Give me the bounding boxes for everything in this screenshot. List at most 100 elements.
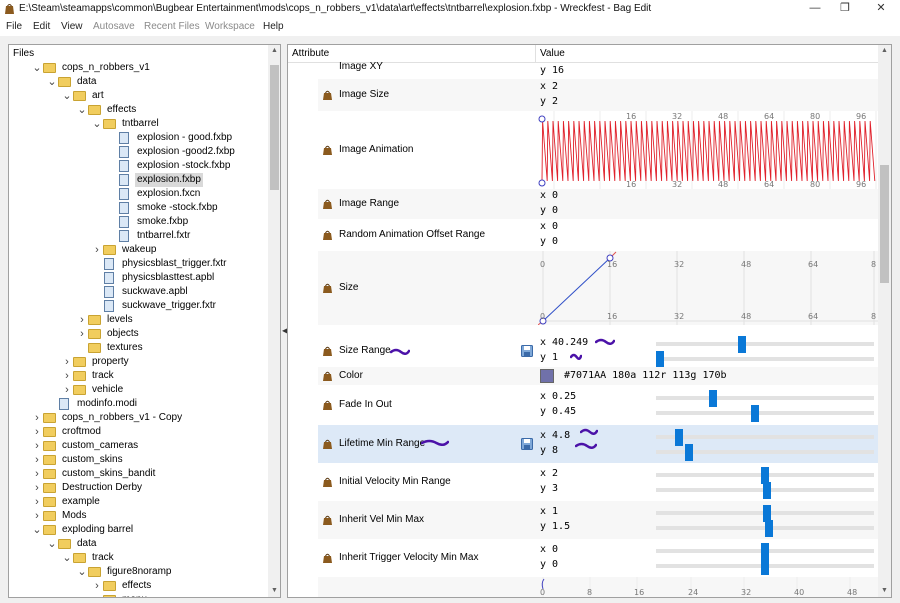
chevron-down-icon[interactable]: ⌄	[32, 61, 42, 75]
menu-file[interactable]: File	[6, 21, 22, 32]
bottom-graph[interactable]: 0 8 16 24 32 40 48	[538, 577, 878, 597]
value-slider-thumb[interactable]	[708, 390, 717, 407]
attribute-row-image-range[interactable]: Image Range x 0 y 0	[318, 189, 878, 219]
chevron-down-icon[interactable]: ⌄	[32, 523, 42, 537]
value-slider-track[interactable]	[656, 435, 874, 439]
scroll-up-arrow-icon[interactable]: ▲	[268, 45, 280, 57]
chevron-down-icon[interactable]: ⌄	[92, 117, 102, 131]
menu-help[interactable]: Help	[263, 21, 284, 32]
scroll-down-arrow-icon[interactable]: ▼	[878, 585, 891, 597]
component-value-x[interactable]: x 0	[540, 544, 558, 555]
files-scroll-thumb[interactable]	[270, 65, 279, 190]
component-value-x[interactable]: x 1	[540, 506, 558, 517]
value-slider-thumb[interactable]	[750, 405, 759, 422]
scroll-down-arrow-icon[interactable]: ▼	[268, 585, 280, 597]
attribute-row-lifetime-min-range[interactable]: Lifetime Min Range x 4.8 y 8	[318, 425, 878, 463]
value-slider-thumb[interactable]	[765, 520, 774, 537]
component-value-x[interactable]: x 4.8	[540, 430, 570, 441]
chevron-right-icon[interactable]: ›	[92, 243, 102, 257]
attribute-row-image-size[interactable]: Image Size x 2 y 2	[318, 79, 878, 111]
attribute-row-inherit-vel-min-max[interactable]: Inherit Vel Min Max x 1 y 1.5	[318, 501, 878, 539]
scroll-up-arrow-icon[interactable]: ▲	[878, 45, 891, 57]
component-value-y[interactable]: y 0	[540, 559, 558, 570]
color-swatch[interactable]	[540, 369, 554, 383]
attribute-row-size-range[interactable]: Size Range x 40.249 y 1	[318, 335, 878, 368]
chevron-right-icon[interactable]: ›	[32, 467, 42, 481]
chevron-right-icon[interactable]: ›	[62, 383, 72, 397]
column-divider[interactable]	[535, 45, 536, 63]
component-value-y[interactable]: y 0	[540, 236, 558, 247]
component-value-y[interactable]: y 0	[540, 205, 558, 216]
attributes-scroll-thumb[interactable]	[880, 165, 889, 283]
chevron-right-icon[interactable]: ›	[92, 593, 102, 597]
menu-autosave[interactable]: Autosave	[93, 21, 135, 32]
value-slider-track[interactable]	[656, 396, 874, 400]
value-slider-thumb[interactable]	[674, 429, 683, 446]
value-slider-track[interactable]	[656, 411, 874, 415]
size-graph[interactable]: 0 0 16 16 32 32 48 48 64 64 8 8	[538, 251, 878, 325]
save-icon[interactable]	[521, 438, 533, 450]
component-value-y[interactable]: y 1	[540, 352, 558, 363]
chevron-down-icon[interactable]: ⌄	[47, 75, 57, 89]
attribute-row-image-animation[interactable]: Image Animation1616323248486464808096961…	[318, 111, 878, 189]
attribute-row-color[interactable]: Color #7071AA 180a 112r 113g 170b	[318, 367, 878, 385]
attribute-row-image-xy[interactable]: Image XY y 16	[318, 61, 878, 79]
chevron-right-icon[interactable]: ›	[77, 313, 87, 327]
close-button[interactable]: ✕	[866, 0, 896, 18]
chevron-right-icon[interactable]: ›	[77, 327, 87, 341]
attribute-row-fade-in-out[interactable]: Fade In Out x 0.25 y 0.45	[318, 385, 878, 425]
value-slider-track[interactable]	[656, 357, 874, 361]
save-icon[interactable]	[521, 345, 533, 357]
attribute-row-bottom-graph[interactable]: 0 8 16 24 32 40 48	[318, 577, 878, 597]
chevron-down-icon[interactable]: ⌄	[62, 89, 72, 103]
value-slider-thumb[interactable]	[685, 444, 694, 461]
color-value[interactable]: #7071AA 180a 112r 113g 170b	[564, 370, 727, 381]
value-slider-track[interactable]	[656, 342, 874, 346]
chevron-right-icon[interactable]: ›	[92, 579, 102, 593]
attribute-row-initial-velocity-min-range[interactable]: Initial Velocity Min Range x 2 y 3	[318, 463, 878, 501]
chevron-right-icon[interactable]: ›	[62, 355, 72, 369]
chevron-down-icon[interactable]: ⌄	[77, 565, 87, 579]
minimize-button[interactable]: —	[800, 0, 830, 18]
component-value-x[interactable]: x 2	[540, 81, 558, 92]
component-value-y[interactable]: y 2	[540, 96, 558, 107]
attribute-row-size[interactable]: Size 0 0 16 16 32 32 48 48 64 64 8 8	[318, 251, 878, 325]
menu-edit[interactable]: Edit	[33, 21, 50, 32]
component-value-y[interactable]: y 3	[540, 483, 558, 494]
chevron-down-icon[interactable]: ⌄	[47, 537, 57, 551]
attribute-row-inherit-trigger-velocity-min-max[interactable]: Inherit Trigger Velocity Min Max x 0 y 0	[318, 539, 878, 577]
restore-button[interactable]: ❐	[830, 0, 860, 18]
chevron-right-icon[interactable]: ›	[62, 369, 72, 383]
component-value-y[interactable]: y 8	[540, 445, 558, 456]
value-slider-thumb[interactable]	[763, 482, 772, 499]
files-vertical-scrollbar[interactable]: ▲ ▼	[268, 45, 280, 597]
attribute-row-random-anim-offset[interactable]: Random Animation Offset Range x 0 y 0	[318, 219, 878, 251]
component-value-x[interactable]: x 40.249	[540, 337, 588, 348]
image-animation-graph[interactable]: 161632324848646480809696112112	[538, 111, 878, 189]
chevron-right-icon[interactable]: ›	[32, 425, 42, 439]
value-slider-thumb[interactable]	[656, 351, 664, 368]
column-header-value[interactable]: Value	[540, 48, 565, 59]
chevron-right-icon[interactable]: ›	[32, 495, 42, 509]
chevron-down-icon[interactable]: ⌄	[62, 551, 72, 565]
value-slider-thumb[interactable]	[761, 558, 769, 575]
component-value-x[interactable]: x 0	[540, 190, 558, 201]
component-value-y[interactable]: y 0.45	[540, 406, 576, 417]
component-value-y[interactable]: y 1.5	[540, 521, 570, 532]
component-value-x[interactable]: x 0.25	[540, 391, 576, 402]
menu-view[interactable]: View	[61, 21, 83, 32]
chevron-right-icon[interactable]: ›	[32, 411, 42, 425]
component-value-x[interactable]: x 2	[540, 468, 558, 479]
menu-recent-files[interactable]: Recent Files	[144, 21, 200, 32]
chevron-right-icon[interactable]: ›	[32, 481, 42, 495]
chevron-right-icon[interactable]: ›	[32, 439, 42, 453]
attributes-vertical-scrollbar[interactable]: ▲ ▼	[878, 45, 891, 597]
component-value-x[interactable]: x 0	[540, 221, 558, 232]
component-value-y[interactable]: y 16	[540, 65, 564, 76]
chevron-down-icon[interactable]: ⌄	[77, 103, 87, 117]
column-header-attribute[interactable]: Attribute	[292, 48, 329, 59]
value-slider-thumb[interactable]	[737, 336, 746, 353]
menu-workspace[interactable]: Workspace	[205, 21, 255, 32]
chevron-right-icon[interactable]: ›	[32, 509, 42, 523]
chevron-right-icon[interactable]: ›	[32, 453, 42, 467]
